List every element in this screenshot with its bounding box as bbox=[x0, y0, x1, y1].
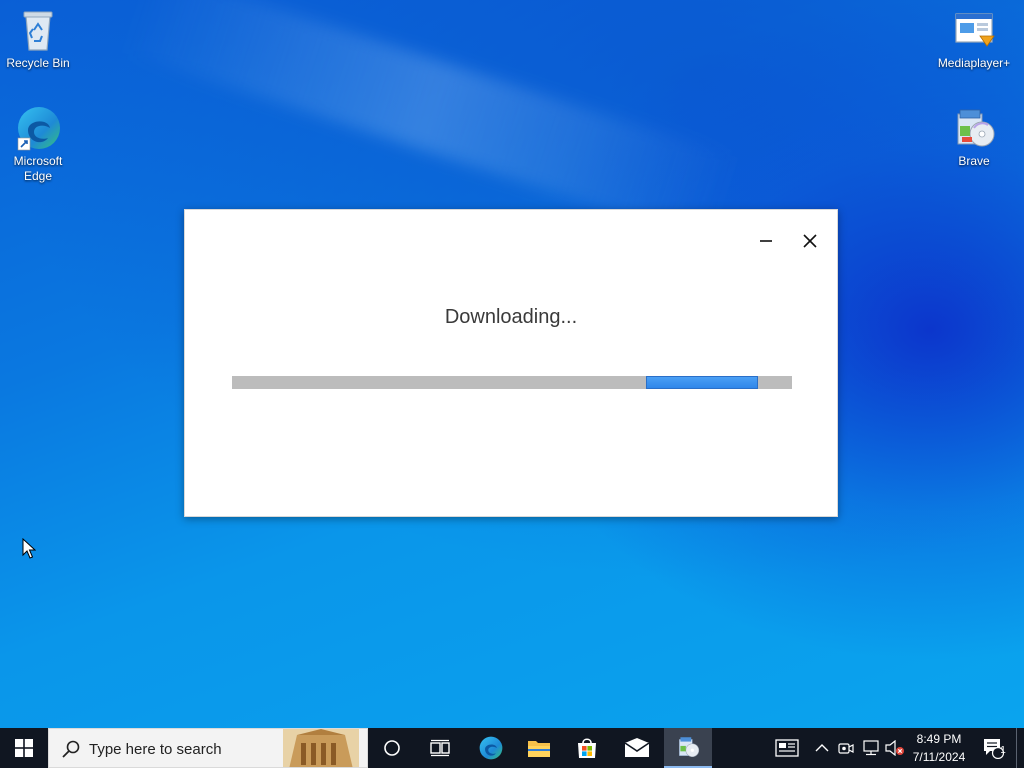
search-highlight-illustration-icon bbox=[283, 729, 359, 767]
desktop-icon-recycle-bin[interactable]: Recycle Bin bbox=[0, 6, 76, 71]
desktop-icon-label: Recycle Bin bbox=[6, 56, 70, 70]
desktop-icon-label: Brave bbox=[958, 154, 990, 168]
desktop-icon-label: Mediaplayer+ bbox=[937, 56, 1011, 70]
desktop-icon-label: Microsoft Edge bbox=[13, 154, 63, 183]
edge-icon bbox=[479, 736, 503, 760]
action-center-button[interactable]: 1 bbox=[978, 728, 1008, 768]
download-dialog: Downloading... bbox=[184, 209, 838, 517]
taskbar-setup-app-button[interactable] bbox=[664, 728, 712, 768]
clock-date[interactable]: 7/11/2024 bbox=[904, 749, 974, 765]
show-desktop-button[interactable] bbox=[1016, 728, 1024, 768]
close-icon bbox=[803, 234, 817, 248]
store-icon bbox=[578, 738, 596, 758]
close-button[interactable] bbox=[795, 226, 825, 256]
edge-icon bbox=[14, 104, 62, 152]
taskbar-edge-button[interactable] bbox=[470, 728, 512, 768]
cortana-icon bbox=[384, 740, 400, 756]
progress-bar-fill bbox=[646, 376, 759, 389]
installer-cd-icon bbox=[950, 104, 998, 152]
show-hidden-icons-button[interactable] bbox=[812, 728, 832, 768]
recycle-bin-icon bbox=[14, 6, 62, 54]
taskbar-store-button[interactable] bbox=[566, 728, 608, 768]
taskbar-mail-button[interactable] bbox=[614, 728, 660, 768]
volume-button[interactable] bbox=[884, 728, 906, 768]
start-button[interactable] bbox=[0, 728, 48, 768]
volume-muted-icon bbox=[885, 740, 904, 756]
taskbar-file-explorer-button[interactable] bbox=[518, 728, 560, 768]
clock-time[interactable]: 8:49 PM bbox=[904, 731, 974, 747]
search-placeholder: Type here to search bbox=[89, 741, 222, 758]
minimize-button[interactable] bbox=[751, 226, 781, 256]
cortana-button[interactable] bbox=[372, 728, 412, 768]
taskbar-search-box[interactable]: Type here to search bbox=[48, 728, 368, 768]
progress-bar bbox=[232, 376, 792, 389]
minimize-icon bbox=[760, 240, 772, 242]
network-icon bbox=[863, 740, 879, 756]
meet-now-button[interactable] bbox=[836, 728, 856, 768]
mouse-cursor-icon bbox=[22, 538, 36, 559]
notification-count-badge: 1 bbox=[1000, 745, 1006, 756]
task-view-button[interactable] bbox=[420, 728, 460, 768]
desktop-icon-microsoft-edge[interactable]: Microsoft Edge bbox=[0, 104, 76, 184]
file-explorer-icon bbox=[528, 741, 550, 757]
task-view-icon bbox=[430, 739, 450, 757]
dialog-status-text: Downloading... bbox=[444, 306, 578, 328]
desktop-icon-mediaplayer[interactable]: Mediaplayer+ bbox=[936, 6, 1012, 71]
taskbar: Type here to search 8:49 PM 7/11/2024 1 bbox=[0, 728, 1024, 768]
setup-app-icon bbox=[679, 737, 700, 758]
desktop-icon-brave[interactable]: Brave bbox=[936, 104, 1012, 169]
windows-start-icon bbox=[15, 739, 33, 757]
search-icon bbox=[62, 740, 80, 758]
network-button[interactable] bbox=[860, 728, 882, 768]
wallpaper-light-ray bbox=[121, 0, 739, 244]
mediaplayer-icon bbox=[950, 6, 998, 54]
mail-icon bbox=[624, 738, 650, 757]
meet-now-icon bbox=[838, 743, 854, 754]
chevron-up-icon bbox=[815, 744, 829, 752]
news-icon bbox=[775, 739, 799, 757]
news-widget-button[interactable] bbox=[772, 728, 802, 768]
desktop: Recycle Bin Microsoft Edge Mediaplayer+ … bbox=[0, 0, 1024, 728]
